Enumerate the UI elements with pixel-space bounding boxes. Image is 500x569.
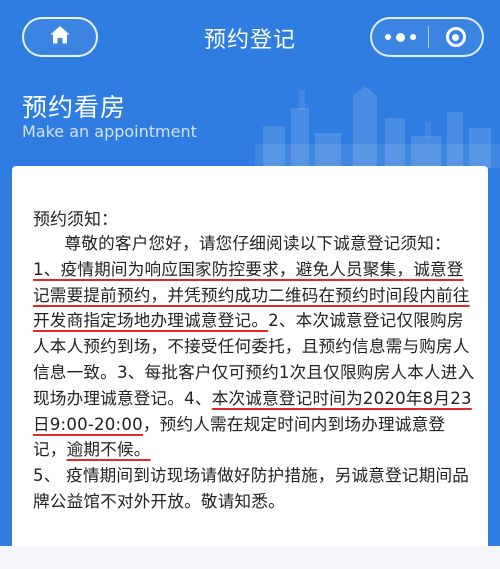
more-button[interactable]	[372, 19, 428, 55]
bottom-strip	[0, 546, 500, 569]
notice-item-5: 5、 疫情期间到访现场请做好防护措施，另诚意登记期间品牌公益馆不对外开放。敬请知…	[33, 466, 470, 511]
notice-intro: 尊敬的客户您好，请您仔细阅读以下诚意登记须知：	[64, 234, 451, 253]
notice-card: 预约须知： 尊敬的客户您好，请您仔细阅读以下诚意登记须知：1、疫情期间为响应国家…	[12, 166, 488, 546]
page-title: 预约登记	[203, 28, 296, 53]
banner-subtitle: Make an appointment	[22, 122, 197, 141]
mini-program-capsule	[370, 17, 484, 57]
banner-title: 预约看房	[22, 93, 127, 122]
notice-body: 尊敬的客户您好，请您仔细阅读以下诚意登记须知：1、疫情期间为响应国家防控要求，避…	[33, 231, 478, 515]
more-dots-icon	[384, 32, 416, 42]
target-circle-icon	[445, 27, 466, 47]
notice-item-4-prefix: 4、	[184, 388, 212, 408]
city-skyline-illustration	[255, 86, 500, 168]
notice-heading: 预约须知：	[33, 210, 118, 230]
top-navigation-bar: 预约登记	[0, 0, 500, 78]
home-icon	[49, 24, 71, 50]
close-button[interactable]	[429, 19, 482, 55]
home-button[interactable]	[22, 17, 98, 57]
notice-item-4-highlight-2: 逾期不候。	[66, 440, 151, 460]
